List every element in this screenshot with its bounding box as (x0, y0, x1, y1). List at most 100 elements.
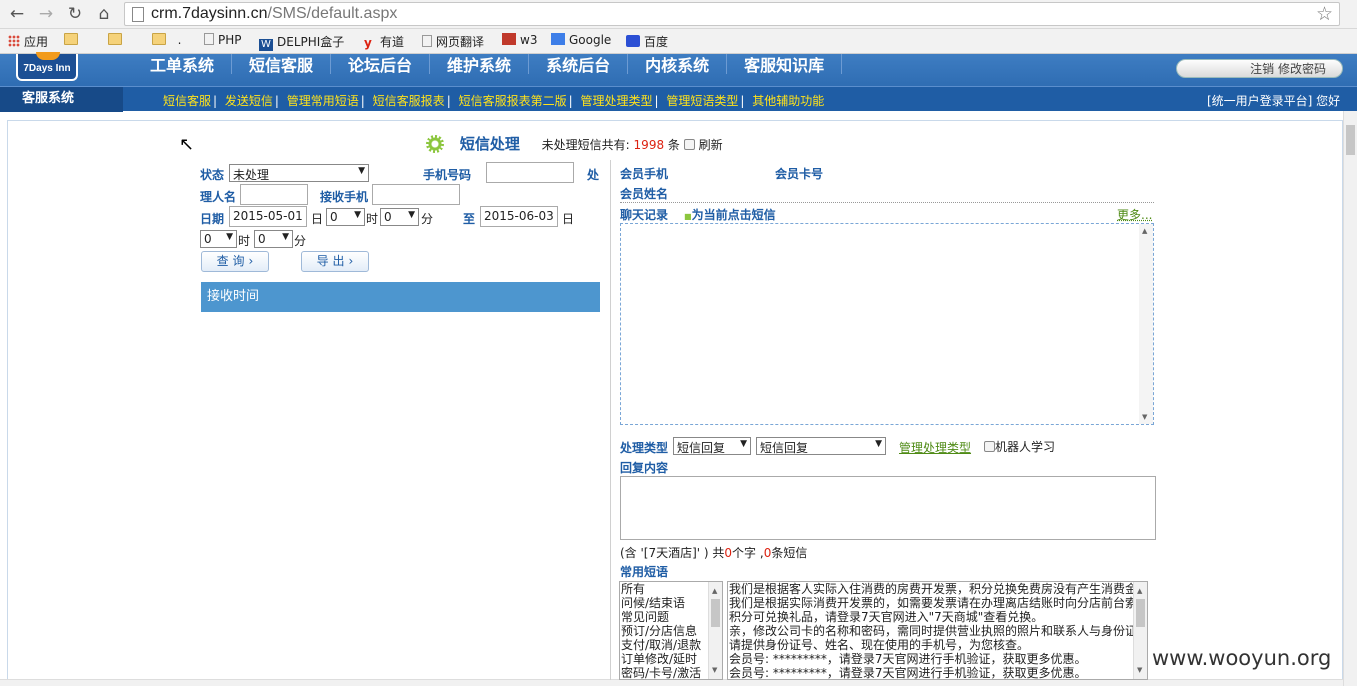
handler-label: 理人名 (200, 190, 237, 204)
phrase-list[interactable]: 我们是根据客人实际入住消费的房费开发票，积分兑换免费房没有产生消费金 我们是根据… (727, 581, 1148, 680)
list-item[interactable]: 会员号: *********，请登录7天官网进行手机验证，获取更多优惠。 (728, 652, 1147, 666)
sub-nav-link-report-v2[interactable]: 短信客服报表第二版 (459, 94, 567, 108)
minute-unit-to: 分 (294, 234, 307, 248)
list-item[interactable]: 我们是根据实际消费开发票的，如需要发票请在办理离店结账时向分店前台索 (728, 596, 1147, 610)
process-type-select-2[interactable]: 短信回复 (756, 437, 886, 455)
list-item[interactable]: 会员号: *********，请登录7天官网进行手机验证，获取更多优惠。 (728, 666, 1147, 679)
date-label: 日期 (200, 212, 225, 226)
category-scrollbar[interactable]: ▲ ▼ (708, 582, 722, 679)
top-menu-item-knowledge[interactable]: 客服知识库 (727, 54, 843, 75)
home-icon[interactable]: ⌂ (93, 4, 115, 24)
page-icon (204, 33, 214, 45)
bookmark-apps[interactable]: 应用 (8, 33, 48, 50)
bookmark-delphi[interactable]: W DELPHI盒子 (259, 33, 344, 51)
chat-history-label: 聊天记录 (620, 208, 669, 222)
refresh-label: 刷新 (698, 138, 723, 152)
page-scrollbar-horizontal[interactable] (0, 679, 1343, 686)
back-icon[interactable]: ← (6, 4, 28, 24)
sub-nav-link-phrases[interactable]: 管理常用短语 (287, 94, 359, 108)
day-unit: 日 (311, 212, 324, 226)
robot-learning-checkbox[interactable] (984, 441, 995, 452)
top-menu-item-system[interactable]: 系统后台 (529, 54, 629, 75)
list-item[interactable]: 预订/分店信息 (620, 624, 722, 638)
minute-to-select[interactable]: 0 (254, 230, 293, 248)
reload-icon[interactable]: ↻ (64, 4, 86, 24)
receive-time-column-header[interactable]: 接收时间 (201, 282, 600, 312)
sub-nav-link-process-types[interactable]: 管理处理类型 (580, 94, 652, 108)
bookmark-w3[interactable]: w3 (502, 33, 537, 47)
list-item[interactable]: 积分可兑换礼品，请登录7天官网进入"7天商城"查看兑换。 (728, 610, 1147, 624)
refresh-checkbox[interactable] (683, 139, 695, 150)
minute-from-select[interactable]: 0 (380, 208, 419, 226)
list-item[interactable]: 常见问题 (620, 610, 722, 624)
page-title: 短信处理 (459, 135, 520, 153)
forward-icon[interactable]: → (35, 4, 57, 24)
bookmark-translate[interactable]: 网页翻译 (422, 33, 484, 50)
sub-nav-link-phrase-types[interactable]: 管理短语类型 (666, 94, 738, 108)
member-divider (620, 202, 1154, 203)
phrase-scrollbar[interactable]: ▲ ▼ (1133, 582, 1147, 679)
folder-icon (152, 33, 166, 45)
bookmarks-bar: 应用 . PHP W DELPHI盒子 y 有道 网页翻译 w3 Google 百度 (0, 29, 1357, 54)
status-select[interactable]: 未处理 (229, 164, 369, 182)
sub-nav-link-other[interactable]: 其他辅助功能 (752, 94, 824, 108)
account-links[interactable]: 注销 修改密码 (1176, 59, 1343, 78)
more-history-link[interactable]: 更多... (1117, 206, 1152, 223)
pending-count: 未处理短信共有: 1998 条 (541, 138, 680, 152)
hour-from-select[interactable]: 0 (326, 208, 365, 226)
phone-input[interactable] (486, 162, 574, 183)
phrase-category-list[interactable]: 所有 问候/结束语 常见问题 预订/分店信息 支付/取消/退款 订单修改/延时 … (619, 581, 723, 680)
list-item[interactable]: 所有 (620, 582, 722, 596)
bookmark-folder[interactable] (108, 33, 126, 47)
page-icon (422, 35, 432, 47)
robot-learning: 机器人学习 (984, 438, 1055, 455)
sub-nav-links: 短信客服 | 发送短信 | 管理常用短语 | 短信客服报表 | 短信客服报表第二版 | 管… (163, 94, 825, 108)
list-item[interactable]: 我们是根据客人实际入住消费的房费开发票，积分兑换免费房没有产生消费金 (728, 582, 1147, 596)
page-scrollbar[interactable] (1343, 111, 1357, 686)
top-menu-item-maintenance[interactable]: 维护系统 (430, 54, 530, 75)
date-to-input[interactable]: 2015-06-03 (480, 206, 558, 227)
list-item[interactable]: 支付/取消/退款 (620, 638, 722, 652)
bookmark-google[interactable]: Google (551, 33, 611, 47)
top-menu: 工单系统 短信客服 论坛后台 维护系统 系统后台 内核系统 客服知识库 (133, 54, 843, 78)
reply-content-label: 回复内容 (620, 461, 669, 475)
bookmark-folder[interactable] (64, 33, 82, 47)
receiver-input[interactable] (372, 184, 460, 205)
list-item[interactable]: 订单修改/延时 (620, 652, 722, 666)
bookmark-php[interactable]: PHP (204, 33, 242, 47)
top-menu-item-tickets[interactable]: 工单系统 (133, 54, 233, 75)
address-bar[interactable]: crm.7daysinn.cn/SMS/default.aspx ☆ (124, 2, 1340, 26)
w-logo-icon: W (259, 39, 273, 51)
w3-icon (502, 33, 516, 45)
site-logo[interactable]: 7Days Inn (16, 52, 78, 81)
sub-nav-title: 客服系统 (0, 87, 123, 112)
bookmark-baidu[interactable]: 百度 (626, 33, 668, 50)
list-item[interactable]: 问候/结束语 (620, 596, 722, 610)
list-item[interactable]: 亲，修改公司卡的名称和密码，需同时提供营业执照的照片和联系人与身份证 (728, 624, 1147, 638)
sub-nav-link-report[interactable]: 短信客服报表 (373, 94, 445, 108)
handler-label-part: 处 (587, 168, 600, 182)
bookmark-folder-dot[interactable]: . (152, 33, 181, 47)
query-button[interactable]: 查 询 (201, 251, 269, 272)
phone-label: 手机号码 (423, 168, 472, 182)
bookmark-youdao[interactable]: y 有道 (364, 33, 404, 50)
chat-history-box[interactable]: ▲ ▼ (620, 223, 1154, 425)
handler-input[interactable] (240, 184, 308, 205)
bookmark-star-icon[interactable]: ☆ (1316, 3, 1333, 25)
process-type-select-1[interactable]: 短信回复 (673, 437, 751, 455)
top-menu-item-core[interactable]: 内核系统 (628, 54, 728, 75)
list-item[interactable]: 密码/卡号/激活 (620, 666, 722, 679)
manage-process-types-link[interactable]: 管理处理类型 (899, 439, 971, 456)
sub-nav-link-send-sms[interactable]: 发送短信 (225, 94, 273, 108)
list-item[interactable]: 请提供身份证号、姓名、现在使用的手机号，为您核查。 (728, 638, 1147, 652)
receiver-label: 接收手机 (320, 190, 369, 204)
member-card-label: 会员卡号 (775, 167, 824, 181)
date-from-input[interactable]: 2015-05-01 (229, 206, 307, 227)
top-menu-item-forum[interactable]: 论坛后台 (331, 54, 431, 75)
chat-scrollbar[interactable]: ▲ ▼ (1139, 224, 1153, 424)
reply-textarea[interactable] (620, 476, 1156, 540)
export-button[interactable]: 导 出 (301, 251, 369, 272)
sub-nav-link-sms-service[interactable]: 短信客服 (163, 94, 211, 108)
top-menu-item-sms[interactable]: 短信客服 (232, 54, 332, 75)
hour-to-select[interactable]: 0 (200, 230, 237, 248)
